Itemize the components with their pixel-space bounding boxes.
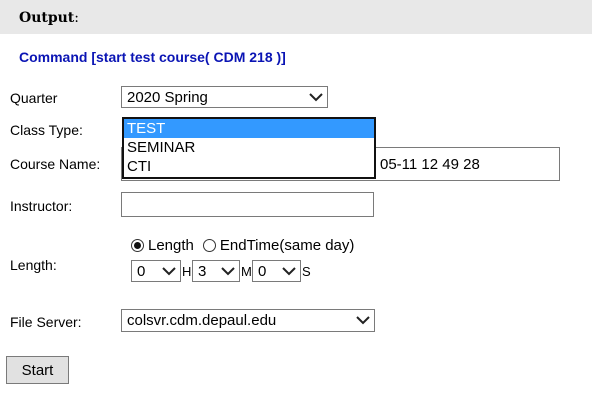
course-name-value: 05-11 12 49 28 xyxy=(380,155,480,173)
quarter-label: Quarter xyxy=(10,90,58,106)
length-radio[interactable] xyxy=(131,239,144,252)
length-mode-radios: Length EndTime(same day) xyxy=(131,237,354,254)
class-type-label: Class Type: xyxy=(10,122,83,138)
class-type-dropdown-list[interactable]: TEST SEMINAR CTI xyxy=(122,117,376,179)
quarter-select[interactable]: 2020 Spring xyxy=(121,86,328,108)
command-text: Command [start test course( CDM 218 )] xyxy=(19,49,286,65)
length-label: Length: xyxy=(10,257,57,273)
endtime-radio[interactable] xyxy=(202,239,216,252)
minutes-select[interactable]: 3 xyxy=(192,260,240,282)
chevron-down-icon xyxy=(160,262,178,280)
output-title: Output: xyxy=(19,10,79,26)
class-type-option-seminar[interactable]: SEMINAR xyxy=(124,138,374,157)
quarter-value: 2020 Spring xyxy=(127,88,208,106)
radio-selected-dot xyxy=(134,242,141,249)
class-type-option-cti[interactable]: CTI xyxy=(124,157,374,176)
minutes-unit: M xyxy=(241,264,252,279)
start-button[interactable]: Start xyxy=(6,356,69,384)
file-server-label: File Server: xyxy=(10,314,82,330)
course-name-label: Course Name: xyxy=(10,156,101,172)
endtime-radio-label: EndTime(same day) xyxy=(219,237,355,254)
file-server-select[interactable]: colsvr.cdm.depaul.edu xyxy=(121,309,375,332)
instructor-input[interactable] xyxy=(121,192,374,217)
hours-select[interactable]: 0 xyxy=(131,260,181,282)
chevron-down-icon xyxy=(354,312,372,330)
seconds-select[interactable]: 0 xyxy=(252,260,301,282)
chevron-down-icon xyxy=(219,262,237,280)
instructor-label: Instructor: xyxy=(10,198,73,214)
output-header xyxy=(0,0,592,34)
hours-unit: H xyxy=(182,264,192,279)
file-server-value: colsvr.cdm.depaul.edu xyxy=(127,312,277,329)
seconds-unit: S xyxy=(302,264,311,279)
chevron-down-icon xyxy=(307,88,325,106)
chevron-down-icon xyxy=(280,262,298,280)
class-type-option-test[interactable]: TEST xyxy=(124,119,374,138)
length-radio-label: Length xyxy=(148,237,194,254)
